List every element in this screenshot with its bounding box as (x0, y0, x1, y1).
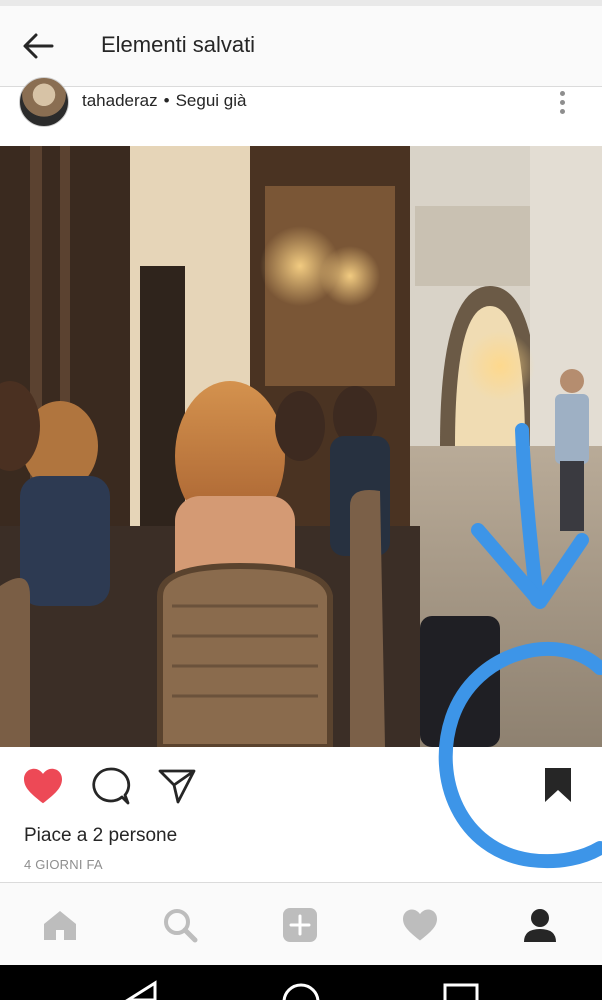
page-title: Elementi salvati (101, 32, 256, 57)
post-timestamp: 4 GIORNI FA (24, 857, 103, 872)
follow-status[interactable]: Segui già (176, 91, 247, 110)
post-author-line: tahaderaz • Segui già (82, 91, 246, 111)
system-navigation-bar (0, 965, 602, 1000)
bottom-navigation (0, 882, 602, 966)
save-button[interactable] (536, 763, 580, 807)
system-back-icon[interactable] (125, 980, 157, 1000)
post-header: tahaderaz • Segui già (0, 77, 602, 146)
nav-new-post[interactable] (240, 883, 360, 966)
nav-home[interactable] (0, 883, 120, 966)
top-app-bar: Elementi salvati (0, 6, 602, 87)
nav-profile[interactable] (480, 883, 600, 966)
post-image-art (0, 146, 602, 747)
separator-dot: • (163, 91, 170, 110)
nav-search[interactable] (120, 883, 240, 966)
system-home-icon[interactable] (282, 983, 320, 1000)
comment-button[interactable] (89, 765, 133, 807)
more-dot (559, 99, 565, 105)
arrow-left-icon (23, 33, 54, 59)
send-icon (158, 769, 196, 804)
post-actions: Piace a 2 persone 4 GIORNI FA (0, 747, 602, 882)
profile-icon (524, 908, 556, 942)
heart-filled-icon (24, 768, 62, 804)
home-icon (44, 910, 76, 940)
avatar[interactable] (19, 77, 69, 127)
more-vertical-icon (559, 90, 565, 96)
system-nav-icons (125, 980, 479, 1000)
plus-square-icon (283, 907, 317, 942)
like-button[interactable] (20, 765, 66, 807)
bookmark-filled-icon (545, 768, 571, 802)
more-options-button[interactable] (550, 87, 574, 117)
nav-activity[interactable] (360, 883, 480, 966)
post-image[interactable] (0, 146, 602, 747)
back-button[interactable] (18, 28, 58, 64)
share-button[interactable] (155, 765, 199, 807)
system-recents-icon[interactable] (443, 983, 479, 1000)
likes-count[interactable]: Piace a 2 persone (24, 825, 177, 847)
more-dot (559, 108, 565, 114)
search-icon (164, 908, 198, 942)
username-link[interactable]: tahaderaz (82, 91, 158, 110)
comment-icon (92, 767, 131, 805)
heart-icon (403, 909, 437, 940)
